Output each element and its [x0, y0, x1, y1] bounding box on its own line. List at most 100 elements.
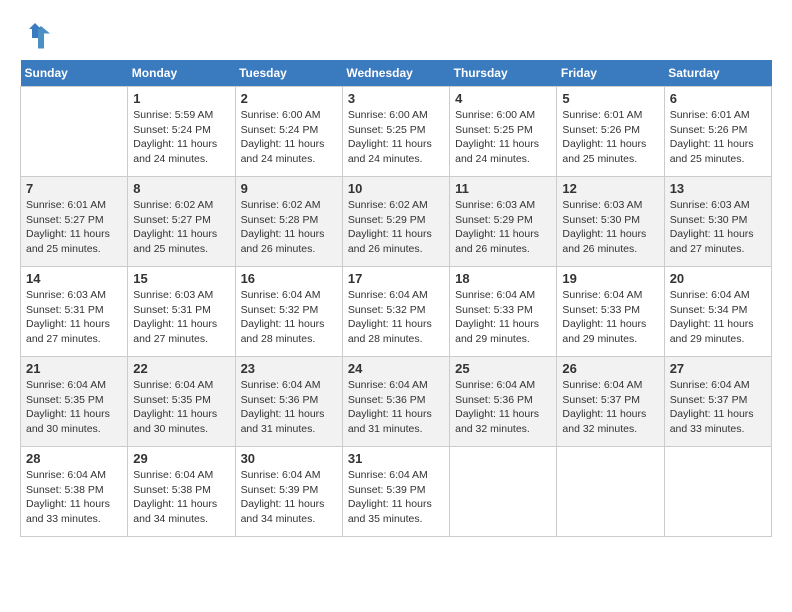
calendar-cell: 24 Sunrise: 6:04 AMSunset: 5:36 PMDayligh… — [342, 357, 449, 447]
calendar-cell: 11Sunrise: 6:03 AMSunset: 5:29 PMDayligh… — [450, 177, 557, 267]
calendar-cell: 27 Sunrise: 6:04 AMSunset: 5:37 PMDayligh… — [664, 357, 771, 447]
day-info: Sunrise: 6:00 AMSunset: 5:25 PMDaylight:… — [455, 108, 551, 167]
calendar-cell — [664, 447, 771, 537]
calendar-cell — [450, 447, 557, 537]
day-number: 13 — [670, 181, 766, 196]
calendar-cell: 1 Sunrise: 5:59 AMSunset: 5:24 PMDaylight… — [128, 87, 235, 177]
calendar-cell: 7 Sunrise: 6:01 AMSunset: 5:27 PMDaylight… — [21, 177, 128, 267]
day-info: Sunrise: 6:04 AMSunset: 5:36 PMDaylight:… — [241, 378, 337, 437]
day-number: 19 — [562, 271, 658, 286]
day-info: Sunrise: 6:01 AMSunset: 5:26 PMDaylight:… — [562, 108, 658, 167]
day-info: Sunrise: 6:03 AMSunset: 5:29 PMDaylight:… — [455, 198, 551, 257]
day-info: Sunrise: 6:02 AMSunset: 5:27 PMDaylight:… — [133, 198, 229, 257]
calendar-cell: 12 Sunrise: 6:03 AMSunset: 5:30 PMDayligh… — [557, 177, 664, 267]
day-info: Sunrise: 6:04 AMSunset: 5:37 PMDaylight:… — [562, 378, 658, 437]
day-number: 9 — [241, 181, 337, 196]
calendar-cell: 14 Sunrise: 6:03 AMSunset: 5:31 PMDayligh… — [21, 267, 128, 357]
day-number: 23 — [241, 361, 337, 376]
calendar-cell: 16 Sunrise: 6:04 AMSunset: 5:32 PMDayligh… — [235, 267, 342, 357]
day-number: 25 — [455, 361, 551, 376]
day-number: 6 — [670, 91, 766, 106]
day-number: 20 — [670, 271, 766, 286]
weekday-header: Thursday — [450, 60, 557, 87]
day-info: Sunrise: 5:59 AMSunset: 5:24 PMDaylight:… — [133, 108, 229, 167]
calendar-cell: 5 Sunrise: 6:01 AMSunset: 5:26 PMDaylight… — [557, 87, 664, 177]
calendar-cell: 3 Sunrise: 6:00 AMSunset: 5:25 PMDaylight… — [342, 87, 449, 177]
calendar-header-row: SundayMondayTuesdayWednesdayThursdayFrid… — [21, 60, 772, 87]
day-number: 10 — [348, 181, 444, 196]
day-number: 27 — [670, 361, 766, 376]
day-info: Sunrise: 6:02 AMSunset: 5:28 PMDaylight:… — [241, 198, 337, 257]
day-number: 21 — [26, 361, 122, 376]
calendar-cell: 2 Sunrise: 6:00 AMSunset: 5:24 PMDaylight… — [235, 87, 342, 177]
calendar-cell: 10 Sunrise: 6:02 AMSunset: 5:29 PMDayligh… — [342, 177, 449, 267]
calendar-cell: 8 Sunrise: 6:02 AMSunset: 5:27 PMDaylight… — [128, 177, 235, 267]
weekday-header: Tuesday — [235, 60, 342, 87]
calendar-cell: 6 Sunrise: 6:01 AMSunset: 5:26 PMDaylight… — [664, 87, 771, 177]
day-number: 14 — [26, 271, 122, 286]
day-info: Sunrise: 6:02 AMSunset: 5:29 PMDaylight:… — [348, 198, 444, 257]
day-info: Sunrise: 6:01 AMSunset: 5:26 PMDaylight:… — [670, 108, 766, 167]
calendar-cell: 29 Sunrise: 6:04 AMSunset: 5:38 PMDayligh… — [128, 447, 235, 537]
calendar-cell — [21, 87, 128, 177]
day-number: 1 — [133, 91, 229, 106]
day-info: Sunrise: 6:04 AMSunset: 5:36 PMDaylight:… — [348, 378, 444, 437]
logo — [20, 20, 54, 50]
calendar-cell: 9 Sunrise: 6:02 AMSunset: 5:28 PMDaylight… — [235, 177, 342, 267]
calendar-table: SundayMondayTuesdayWednesdayThursdayFrid… — [20, 60, 772, 537]
day-info: Sunrise: 6:04 AMSunset: 5:39 PMDaylight:… — [348, 468, 444, 527]
day-number: 7 — [26, 181, 122, 196]
day-number: 12 — [562, 181, 658, 196]
calendar-cell: 20 Sunrise: 6:04 AMSunset: 5:34 PMDayligh… — [664, 267, 771, 357]
day-number: 16 — [241, 271, 337, 286]
day-info: Sunrise: 6:03 AMSunset: 5:31 PMDaylight:… — [26, 288, 122, 347]
day-info: Sunrise: 6:04 AMSunset: 5:38 PMDaylight:… — [26, 468, 122, 527]
day-info: Sunrise: 6:01 AMSunset: 5:27 PMDaylight:… — [26, 198, 122, 257]
day-info: Sunrise: 6:04 AMSunset: 5:34 PMDaylight:… — [670, 288, 766, 347]
day-info: Sunrise: 6:03 AMSunset: 5:30 PMDaylight:… — [562, 198, 658, 257]
day-info: Sunrise: 6:04 AMSunset: 5:39 PMDaylight:… — [241, 468, 337, 527]
day-info: Sunrise: 6:04 AMSunset: 5:33 PMDaylight:… — [455, 288, 551, 347]
calendar-cell: 26Sunrise: 6:04 AMSunset: 5:37 PMDayligh… — [557, 357, 664, 447]
calendar-week-row: 21 Sunrise: 6:04 AMSunset: 5:35 PMDayligh… — [21, 357, 772, 447]
day-number: 5 — [562, 91, 658, 106]
day-number: 31 — [348, 451, 444, 466]
day-info: Sunrise: 6:00 AMSunset: 5:25 PMDaylight:… — [348, 108, 444, 167]
calendar-cell: 17Sunrise: 6:04 AMSunset: 5:32 PMDayligh… — [342, 267, 449, 357]
day-number: 2 — [241, 91, 337, 106]
day-info: Sunrise: 6:04 AMSunset: 5:38 PMDaylight:… — [133, 468, 229, 527]
day-info: Sunrise: 6:04 AMSunset: 5:32 PMDaylight:… — [241, 288, 337, 347]
weekday-header: Saturday — [664, 60, 771, 87]
day-info: Sunrise: 6:04 AMSunset: 5:33 PMDaylight:… — [562, 288, 658, 347]
day-number: 24 — [348, 361, 444, 376]
day-number: 8 — [133, 181, 229, 196]
calendar-cell: 18 Sunrise: 6:04 AMSunset: 5:33 PMDayligh… — [450, 267, 557, 357]
calendar-cell: 23 Sunrise: 6:04 AMSunset: 5:36 PMDayligh… — [235, 357, 342, 447]
day-number: 29 — [133, 451, 229, 466]
calendar-cell: 21Sunrise: 6:04 AMSunset: 5:35 PMDayligh… — [21, 357, 128, 447]
calendar-week-row: 7 Sunrise: 6:01 AMSunset: 5:27 PMDaylight… — [21, 177, 772, 267]
calendar-cell: 22Sunrise: 6:04 AMSunset: 5:35 PMDayligh… — [128, 357, 235, 447]
logo-icon — [20, 20, 50, 50]
calendar-cell: 15 Sunrise: 6:03 AMSunset: 5:31 PMDayligh… — [128, 267, 235, 357]
page-header — [20, 20, 772, 50]
day-info: Sunrise: 6:04 AMSunset: 5:32 PMDaylight:… — [348, 288, 444, 347]
day-info: Sunrise: 6:04 AMSunset: 5:35 PMDaylight:… — [133, 378, 229, 437]
weekday-header: Wednesday — [342, 60, 449, 87]
day-info: Sunrise: 6:00 AMSunset: 5:24 PMDaylight:… — [241, 108, 337, 167]
day-info: Sunrise: 6:04 AMSunset: 5:37 PMDaylight:… — [670, 378, 766, 437]
weekday-header: Sunday — [21, 60, 128, 87]
day-number: 3 — [348, 91, 444, 106]
calendar-cell: 30 Sunrise: 6:04 AMSunset: 5:39 PMDayligh… — [235, 447, 342, 537]
calendar-cell — [557, 447, 664, 537]
day-info: Sunrise: 6:03 AMSunset: 5:31 PMDaylight:… — [133, 288, 229, 347]
calendar-week-row: 1 Sunrise: 5:59 AMSunset: 5:24 PMDaylight… — [21, 87, 772, 177]
day-number: 30 — [241, 451, 337, 466]
calendar-cell: 25Sunrise: 6:04 AMSunset: 5:36 PMDayligh… — [450, 357, 557, 447]
day-number: 18 — [455, 271, 551, 286]
day-number: 28 — [26, 451, 122, 466]
day-number: 15 — [133, 271, 229, 286]
calendar-cell: 31 Sunrise: 6:04 AMSunset: 5:39 PMDayligh… — [342, 447, 449, 537]
calendar-cell: 4Sunrise: 6:00 AMSunset: 5:25 PMDaylight… — [450, 87, 557, 177]
weekday-header: Monday — [128, 60, 235, 87]
